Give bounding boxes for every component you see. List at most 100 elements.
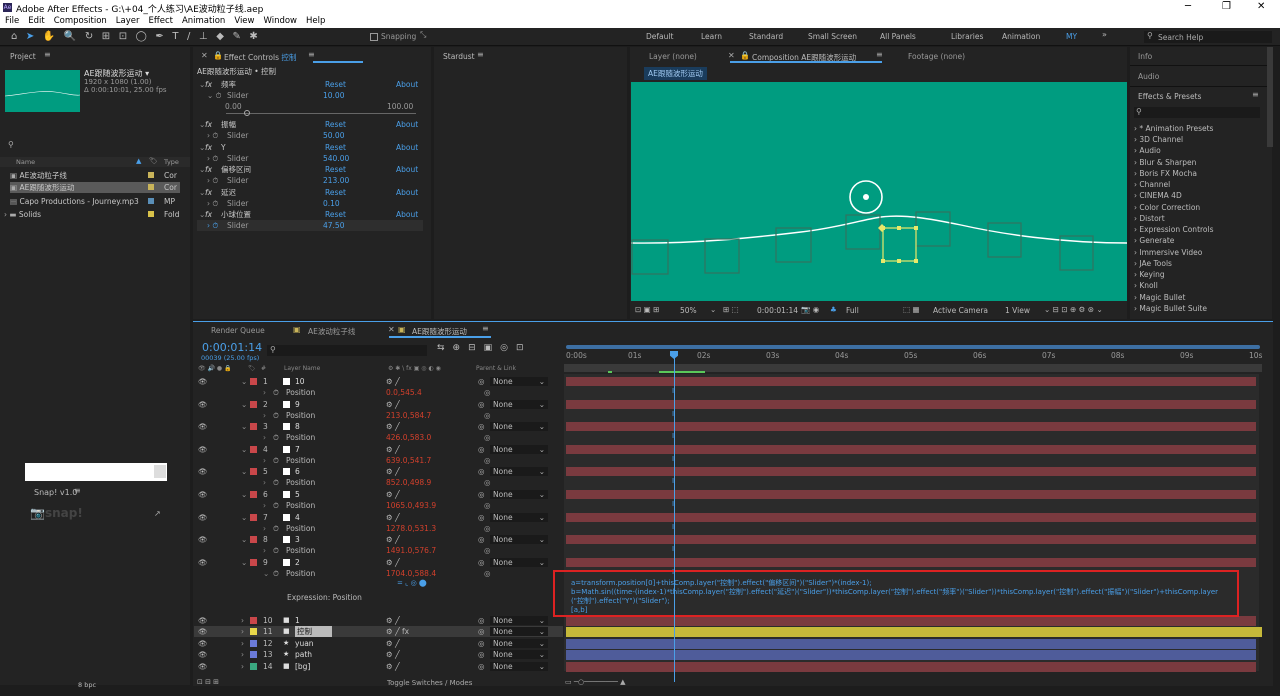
pickwhip-icon[interactable]: ◎ bbox=[484, 477, 491, 488]
close-icon[interactable]: ✕ bbox=[201, 51, 208, 60]
effect-category[interactable]: › Keying bbox=[1134, 269, 1262, 280]
layer-row[interactable]: 👁 ⌄ 5 6 ⚙ ╱ ◎ None ⌄ bbox=[194, 466, 563, 477]
collapse-icon[interactable]: ⌄ bbox=[241, 399, 247, 410]
menu-view[interactable]: View bbox=[234, 15, 254, 28]
menu-composition[interactable]: Composition bbox=[54, 15, 107, 28]
col-name[interactable]: Name bbox=[16, 158, 35, 166]
pickwhip-icon[interactable]: ◎ bbox=[484, 500, 491, 511]
effect-category[interactable]: › Knoll bbox=[1134, 280, 1262, 291]
reset-link[interactable]: Reset bbox=[325, 187, 346, 198]
project-item[interactable]: ▤ Capo Productions - Journey.mp3 MP bbox=[10, 196, 180, 207]
layer-row[interactable]: 👁 ⌄ 7 4 ⚙ ╱ ◎ None ⌄ bbox=[194, 512, 563, 523]
layer-name[interactable]: 2 bbox=[295, 557, 300, 568]
parent-dropdown[interactable]: None ⌄ bbox=[490, 535, 548, 545]
layer-switches[interactable]: ⚙ ╱ fx bbox=[386, 626, 409, 637]
layer-switches[interactable]: ⚙ ╱ bbox=[386, 649, 400, 660]
eye-icon[interactable]: 👁 bbox=[198, 399, 208, 410]
position-value[interactable]: 426.0,583.0 bbox=[386, 432, 431, 443]
pickwhip-icon[interactable]: ◎ bbox=[484, 387, 491, 398]
layer-bar[interactable] bbox=[566, 377, 1256, 386]
camera-tool-icon[interactable]: ⊞ bbox=[102, 28, 110, 46]
parent-dropdown[interactable]: None ⌄ bbox=[490, 627, 548, 637]
col-parent[interactable]: Parent & Link bbox=[476, 365, 516, 372]
layer-row[interactable]: 👁 › 13 ★ path ⚙ ╱ ◎ None ⌄ bbox=[194, 649, 563, 660]
workspace-standard[interactable]: Standard bbox=[749, 28, 783, 46]
zoom-slider[interactable]: ▭ ─○──────── ▲ bbox=[565, 678, 625, 686]
maximize-icon[interactable]: ❐ bbox=[1222, 1, 1231, 12]
menu-window[interactable]: Window bbox=[263, 15, 297, 28]
layer-name[interactable]: 7 bbox=[295, 444, 300, 455]
layer-switches[interactable]: ⚙ ╱ bbox=[386, 489, 400, 500]
camera-dropdown[interactable]: Active Camera bbox=[933, 306, 988, 315]
effect-category[interactable]: › Immersive Video bbox=[1134, 247, 1262, 258]
render-queue-tab[interactable]: Render Queue bbox=[211, 326, 265, 335]
expand-icon[interactable]: ⌄ bbox=[263, 568, 269, 579]
effects-presets-tab[interactable]: Effects & Presets bbox=[1138, 92, 1201, 101]
about-link[interactable]: About bbox=[396, 187, 418, 198]
parent-pickwhip-icon[interactable]: ◎ bbox=[478, 421, 485, 432]
shape-tool-icon[interactable]: ◯ bbox=[136, 28, 147, 46]
slider-value[interactable]: 540.00 bbox=[323, 153, 349, 164]
region-icon[interactable]: ⬚ ▦ bbox=[903, 305, 920, 314]
parent-dropdown[interactable]: None ⌄ bbox=[490, 557, 548, 567]
parent-pickwhip-icon[interactable]: ◎ bbox=[478, 615, 485, 626]
parent-dropdown[interactable]: None ⌄ bbox=[490, 638, 548, 648]
menu-help[interactable]: Help bbox=[306, 15, 325, 28]
reset-link[interactable]: Reset bbox=[325, 164, 346, 175]
snap-options-icon[interactable]: ⤡ bbox=[420, 30, 426, 40]
layer-switches[interactable]: ⚙ ╱ bbox=[386, 638, 400, 649]
parent-pickwhip-icon[interactable]: ◎ bbox=[478, 649, 485, 660]
eye-icon[interactable]: 👁 bbox=[198, 376, 208, 387]
layer-bar[interactable] bbox=[566, 535, 1256, 545]
layer-name[interactable]: yuan bbox=[295, 638, 314, 649]
layer-switches[interactable]: ⚙ ╱ bbox=[386, 376, 400, 387]
fx-icon[interactable]: fx bbox=[205, 164, 212, 175]
zoom-dropdown[interactable]: 50% bbox=[680, 306, 697, 315]
layer-row[interactable]: 👁 ⌄ 1 10 ⚙ ╱ ◎ None ⌄ bbox=[194, 376, 563, 387]
close-icon[interactable]: ✕ bbox=[388, 325, 395, 334]
expand-icon[interactable]: › bbox=[241, 661, 244, 672]
sort-icon[interactable]: ▲ bbox=[136, 157, 141, 165]
hand-tool-icon[interactable]: ✋ bbox=[43, 28, 55, 46]
effect-category[interactable]: › Distort bbox=[1134, 213, 1262, 224]
collapse-icon[interactable]: ⌄ bbox=[241, 376, 247, 387]
parent-dropdown[interactable]: None ⌄ bbox=[490, 399, 548, 409]
brush-tool-icon[interactable]: / bbox=[187, 28, 190, 46]
expand-icon[interactable]: › bbox=[241, 649, 244, 660]
parent-pickwhip-icon[interactable]: ◎ bbox=[478, 661, 485, 672]
layer-bar[interactable] bbox=[566, 512, 1256, 522]
effect-category[interactable]: › Magic Bullet bbox=[1134, 292, 1262, 303]
position-value[interactable]: 0.0,545.4 bbox=[386, 387, 422, 398]
viewer-options-icon[interactable]: ⊡ ▣ ⊞ bbox=[635, 305, 659, 314]
parent-pickwhip-icon[interactable]: ◎ bbox=[478, 466, 485, 477]
position-value[interactable]: 1704.0,588.4 bbox=[386, 568, 436, 579]
slider-value[interactable]: 47.50 bbox=[323, 220, 344, 231]
parent-pickwhip-icon[interactable]: ◎ bbox=[478, 399, 485, 410]
about-link[interactable]: About bbox=[396, 79, 418, 90]
eye-icon[interactable]: 👁 bbox=[198, 489, 208, 500]
effect-row[interactable]: ⌄ fx 延迟 Reset About bbox=[197, 187, 423, 198]
effect-controls-tab[interactable]: Effect Controls 控制 bbox=[224, 52, 296, 63]
layer-row[interactable]: 👁 › 11 ■ 控制 ⚙ ╱ fx ◎ None ⌄ bbox=[194, 626, 563, 638]
collapse-icon[interactable]: ⌄ bbox=[241, 444, 247, 455]
right-scrollbar[interactable] bbox=[1267, 47, 1273, 147]
expand-icon[interactable]: › bbox=[241, 638, 244, 649]
collapse-icon[interactable]: ⌄ bbox=[241, 534, 247, 545]
panel-menu-icon[interactable]: ≡ bbox=[876, 50, 883, 59]
layer-name[interactable]: 5 bbox=[295, 489, 300, 500]
parent-dropdown[interactable]: None ⌄ bbox=[490, 512, 548, 522]
effect-row[interactable]: ⌄ fx 振幅 Reset About bbox=[197, 119, 423, 130]
layer-switches[interactable]: ⚙ ╱ bbox=[386, 534, 400, 545]
pickwhip-icon[interactable]: ◎ bbox=[484, 455, 491, 466]
stopwatch-icon[interactable]: ⏱ bbox=[273, 477, 279, 488]
type-tool-icon[interactable]: T bbox=[172, 28, 178, 46]
effect-category[interactable]: › Blur & Sharpen bbox=[1134, 157, 1262, 168]
layer-name[interactable]: 9 bbox=[295, 399, 300, 410]
layer-switches[interactable]: ⚙ ╱ bbox=[386, 399, 400, 410]
project-menu-icon[interactable]: ≡ bbox=[44, 50, 51, 59]
layer-bar[interactable] bbox=[566, 467, 1256, 477]
audio-tab[interactable]: Audio bbox=[1138, 72, 1159, 81]
view-layout-dropdown[interactable]: 1 View bbox=[1005, 306, 1030, 315]
panel-menu-icon[interactable]: ≡ bbox=[477, 50, 484, 59]
viewer-timecode[interactable]: 0:00:01:14 bbox=[757, 306, 798, 315]
